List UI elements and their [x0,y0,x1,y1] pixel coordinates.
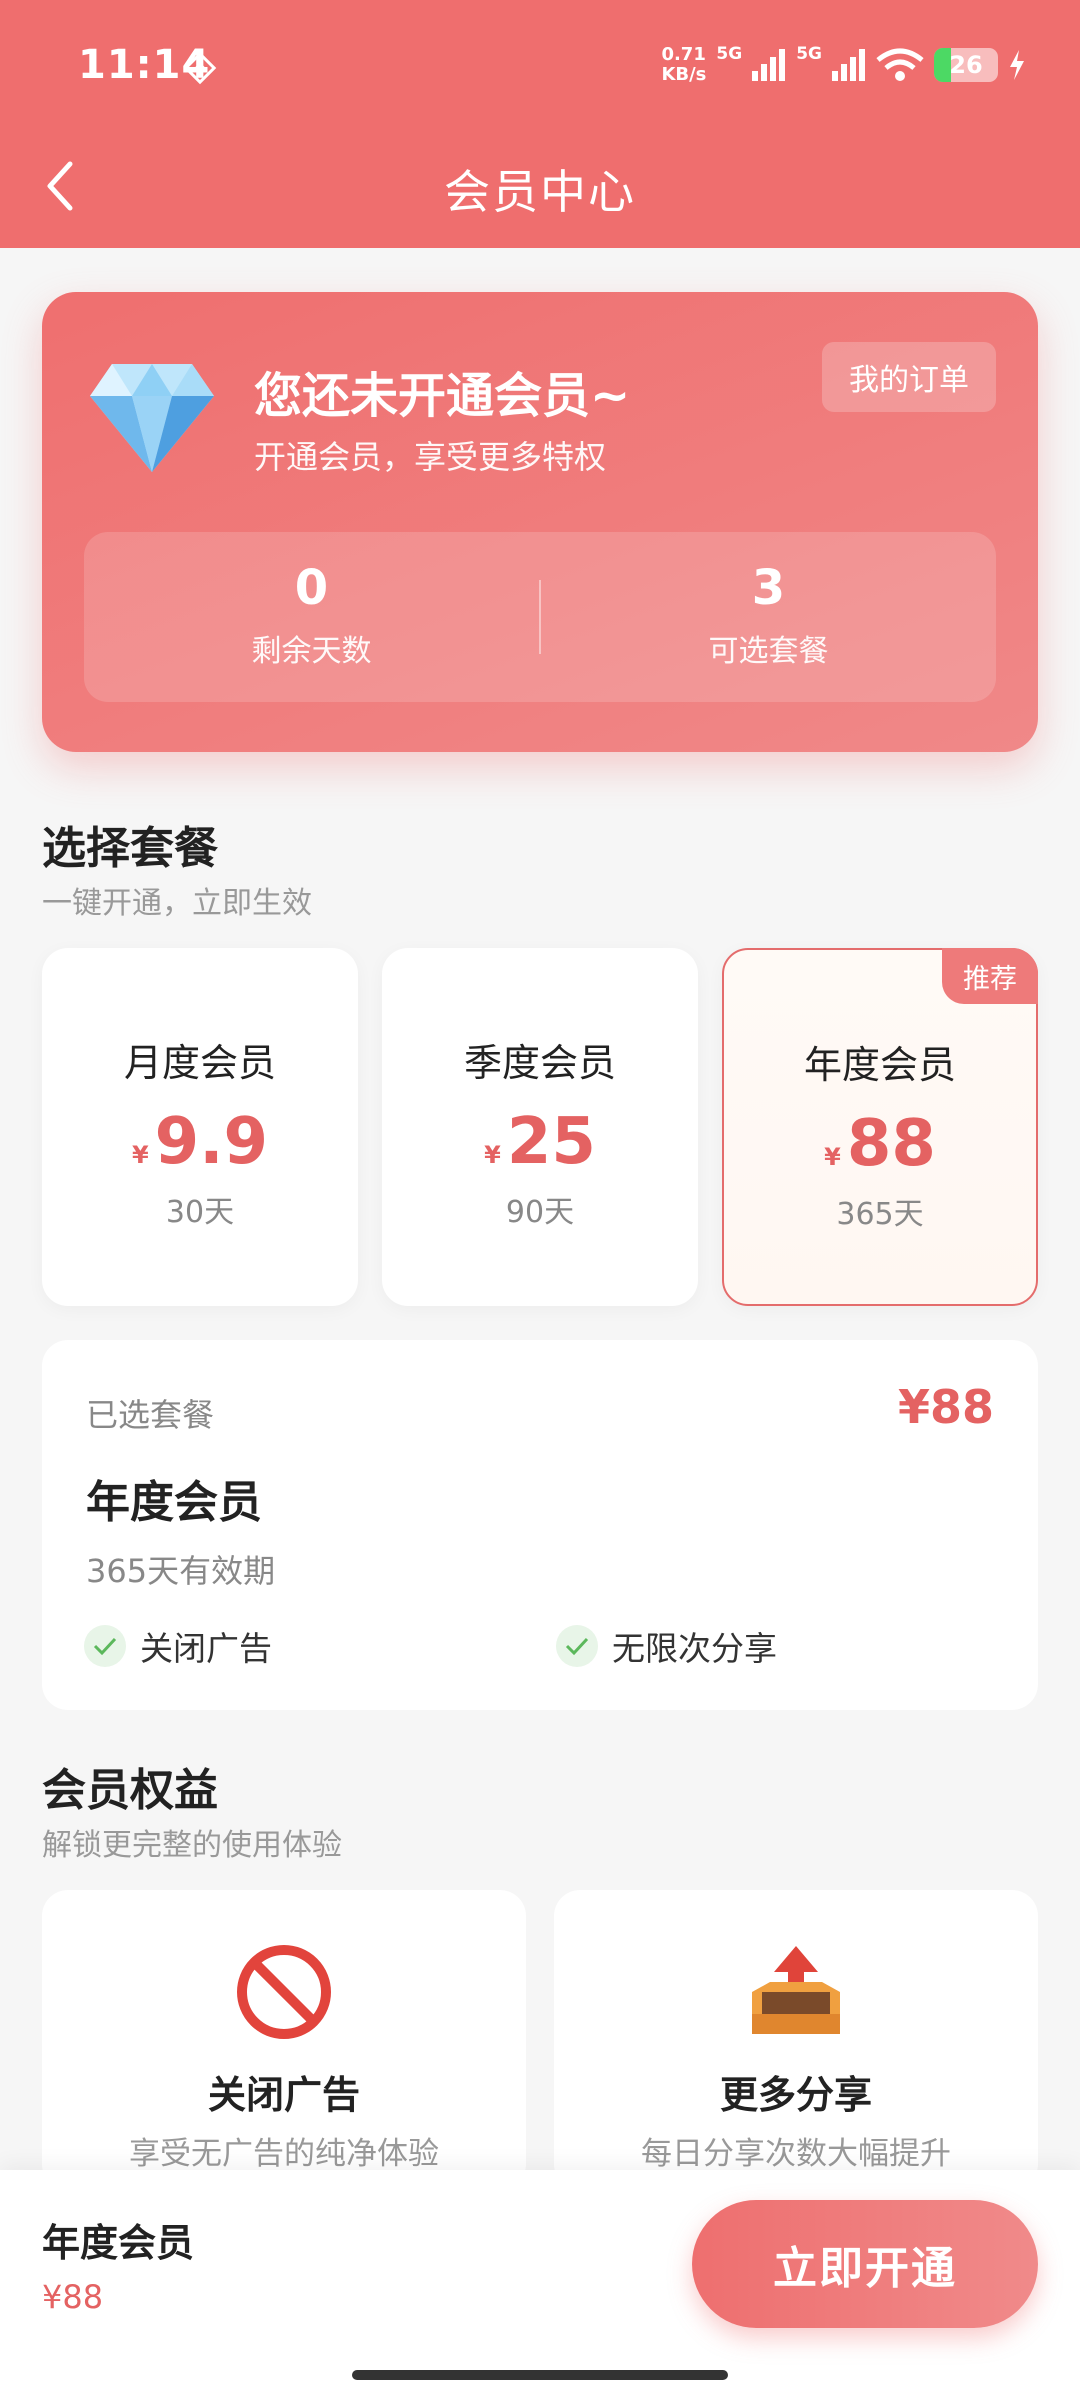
checkout-bar: 年度会员 ¥88 立即开通 [0,2170,1080,2400]
nfc-icon [183,51,217,85]
selected-plan-name: 年度会员 [86,1477,262,1528]
benefit-card-more-shares: 更多分享 每日分享次数大幅提升 [554,1890,1038,2190]
remaining-days-stat: 0 剩余天数 [251,560,372,669]
selected-plan-summary: 已选套餐 ¥88 年度会员 365天有效期 关闭广告 无限次分享 [42,1340,1038,1710]
plans-section-title: 选择套餐 [42,823,218,874]
membership-status-card: 您还未开通会员~ 开通会员，享受更多特权 我的订单 0 剩余天数 3 可选套餐 [42,292,1038,752]
membership-status-title: 您还未开通会员~ [254,368,631,424]
app-header: 11:14 0.71 KB/s 5G 5G 26 会员中心 [0,0,1080,248]
feature-item: 无限次分享 [556,1622,777,1670]
check-icon [84,1625,126,1667]
benefits-section-title: 会员权益 [42,1765,218,1816]
activate-now-button[interactable]: 立即开通 [692,2200,1038,2328]
sim1-label: 5G [716,44,743,64]
checkout-plan-price: ¥88 [42,2278,104,2316]
selected-plan-label: 已选套餐 [86,1396,215,1434]
share-tray-icon [752,1946,840,2034]
wifi-icon [876,48,924,81]
status-bar: 11:14 0.71 KB/s 5G 5G 26 [0,0,1080,140]
benefits-section-subtitle: 解锁更完整的使用体验 [42,1828,342,1863]
plan-card-monthly[interactable]: 月度会员 ¥9.9 30天 [42,948,358,1306]
diamond-icon [90,364,214,472]
my-orders-button[interactable]: 我的订单 [822,342,996,412]
selected-plan-validity: 365天有效期 [86,1552,276,1590]
benefit-card-no-ads: 关闭广告 享受无广告的纯净体验 [42,1890,526,2190]
charging-icon [1010,50,1024,80]
home-indicator[interactable] [352,2370,728,2380]
battery-icon: 26 [934,48,998,82]
feature-item: 关闭广告 [84,1622,272,1670]
check-icon [556,1625,598,1667]
no-ads-icon [237,1945,331,2039]
signal-icon [832,49,865,81]
plan-card-quarterly[interactable]: 季度会员 ¥25 90天 [382,948,698,1306]
plan-card-yearly[interactable]: 推荐 年度会员 ¥88 365天 [722,948,1038,1306]
sim2-label: 5G [796,44,822,64]
plans-section-subtitle: 一键开通，立即生效 [42,886,312,921]
membership-status-subtitle: 开通会员，享受更多特权 [254,438,607,476]
membership-stats: 0 剩余天数 3 可选套餐 [84,532,996,702]
checkout-plan-name: 年度会员 [42,2221,195,2265]
signal-icon [752,49,786,81]
page-title: 会员中心 [444,165,636,219]
available-plans-stat: 3 可选套餐 [708,560,829,669]
selected-plan-price: ¥88 [897,1380,994,1434]
status-icons: 0.71 KB/s 5G 5G 26 [661,40,1026,90]
network-speed: 0.71 KB/s [661,44,707,85]
recommended-badge: 推荐 [942,948,1038,1004]
